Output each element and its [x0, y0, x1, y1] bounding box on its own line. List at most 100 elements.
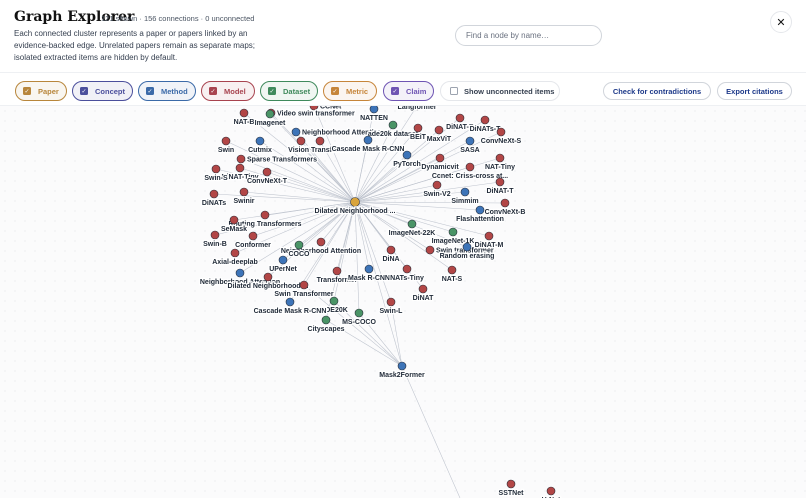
- node-dot[interactable]: [221, 136, 231, 146]
- node-dot[interactable]: [369, 106, 379, 114]
- node-dot[interactable]: [294, 240, 304, 250]
- graph-node[interactable]: Swin-B: [202, 230, 228, 249]
- node-dot[interactable]: [418, 284, 428, 294]
- unconnected-checkbox[interactable]: [450, 87, 458, 95]
- check-contradictions-button[interactable]: Check for contradictions: [603, 82, 711, 100]
- graph-node[interactable]: DiNA: [381, 245, 401, 264]
- graph-node[interactable]: Axial-deeplab: [211, 248, 259, 267]
- node-dot[interactable]: [235, 163, 245, 173]
- node-dot[interactable]: [462, 242, 472, 252]
- node-dot[interactable]: [262, 167, 272, 177]
- node-dot[interactable]: [432, 180, 442, 190]
- node-dot[interactable]: [299, 280, 309, 290]
- graph-node[interactable]: Swinir: [232, 187, 256, 206]
- node-dot[interactable]: [364, 264, 374, 274]
- export-citations-button[interactable]: Export citations: [717, 82, 792, 100]
- node-dot[interactable]: [210, 230, 220, 240]
- graph-node[interactable]: NAT-S: [441, 265, 464, 284]
- node-dot[interactable]: [388, 120, 398, 130]
- node-dot[interactable]: [230, 248, 240, 258]
- node-dot[interactable]: [236, 154, 246, 164]
- node-dot[interactable]: [402, 150, 412, 160]
- node-dot[interactable]: [495, 153, 505, 163]
- graph-node[interactable]: NAT-B: [232, 108, 256, 127]
- graph-node[interactable]: NATTEN: [359, 106, 389, 123]
- graph-node[interactable]: ImageNet-22K: [387, 219, 437, 238]
- node-dot[interactable]: [402, 264, 412, 274]
- filter-chip-paper[interactable]: ✓ Paper: [15, 81, 67, 101]
- node-dot[interactable]: [496, 127, 506, 137]
- node-dot[interactable]: [465, 136, 475, 146]
- graph-node[interactable]: PyTorch: [392, 150, 422, 169]
- graph-node[interactable]: Swin: [217, 136, 235, 155]
- node-dot[interactable]: [460, 187, 470, 197]
- graph-node[interactable]: DiNAT-M: [473, 231, 505, 250]
- node-dot[interactable]: [332, 266, 342, 276]
- graph-node[interactable]: UPerNet: [268, 255, 299, 274]
- graph-node[interactable]: Cascade Mask R-CNN: [330, 135, 406, 154]
- node-dot[interactable]: [397, 361, 407, 371]
- graph-node[interactable]: ConvNeXt-B: [483, 198, 527, 217]
- graph-node[interactable]: SSTNet: [497, 479, 525, 498]
- node-dot[interactable]: [480, 115, 490, 125]
- close-button[interactable]: ✕: [770, 11, 792, 33]
- node-dot[interactable]: [455, 113, 465, 123]
- node-dot[interactable]: [386, 245, 396, 255]
- graph-node[interactable]: Conformer: [234, 231, 272, 250]
- node-dot[interactable]: [309, 106, 319, 111]
- graph-canvas[interactable]: CCNet NAT-B Video swin transformer Imagenet…: [0, 106, 806, 498]
- node-dot[interactable]: [296, 136, 306, 146]
- node-dot[interactable]: [291, 127, 301, 137]
- node-dot[interactable]: [435, 153, 445, 163]
- node-dot[interactable]: [447, 265, 457, 275]
- graph-node[interactable]: Sparse Transformers: [236, 154, 318, 165]
- show-unconnected-toggle[interactable]: Show unconnected items: [440, 81, 560, 101]
- graph-node[interactable]: DiNATs: [201, 189, 227, 208]
- node-dot[interactable]: [321, 315, 331, 325]
- node-dot[interactable]: [465, 162, 475, 172]
- graph-node[interactable]: Simmim: [450, 187, 480, 206]
- node-dot[interactable]: [329, 296, 339, 306]
- filter-chip-method[interactable]: ✓ Method: [138, 81, 196, 101]
- graph-node[interactable]: SASA: [459, 136, 481, 155]
- node-dot[interactable]: [255, 136, 265, 146]
- node-dot[interactable]: [354, 308, 364, 318]
- filter-chip-model[interactable]: ✓ Model: [201, 81, 255, 101]
- node-dot[interactable]: [229, 215, 239, 225]
- node-dot[interactable]: [235, 268, 245, 278]
- node-dot[interactable]: [263, 272, 273, 282]
- node-dot[interactable]: [386, 297, 396, 307]
- node-dot[interactable]: [260, 210, 270, 220]
- node-dot[interactable]: [495, 177, 505, 187]
- graph-node[interactable]: DiNAT-T: [485, 177, 515, 196]
- filter-chip-concept[interactable]: ✓ Concept: [72, 81, 133, 101]
- node-dot[interactable]: [448, 227, 458, 237]
- node-dot[interactable]: [413, 123, 423, 133]
- node-dot[interactable]: [506, 479, 516, 489]
- node-dot[interactable]: [484, 231, 494, 241]
- node-dot[interactable]: [363, 135, 373, 145]
- graph-node[interactable]: DiNATs-T: [468, 115, 502, 134]
- node-dot[interactable]: [239, 187, 249, 197]
- graph-node[interactable]: Video swin transformer: [266, 108, 356, 119]
- node-search-input[interactable]: [455, 25, 602, 46]
- filter-chip-metric[interactable]: ✓ Metric: [323, 81, 377, 101]
- knowledge-graph[interactable]: CCNetNAT-BVideo swin transformerImagenet…: [0, 106, 806, 498]
- graph-node[interactable]: Langformer: [396, 106, 438, 112]
- graph-node[interactable]: Cutmix: [247, 136, 273, 155]
- graph-node[interactable]: Cityscapes: [306, 315, 346, 334]
- graph-node[interactable]: Cascade Mask R-CNN: [252, 297, 328, 316]
- graph-node[interactable]: Mask2Former: [378, 361, 426, 380]
- node-dot[interactable]: [475, 205, 485, 215]
- node-dot[interactable]: [248, 231, 258, 241]
- graph-node[interactable]: DiNAT: [411, 284, 435, 303]
- node-dot[interactable]: [209, 189, 219, 199]
- graph-node[interactable]: NAT-Tiny: [484, 153, 516, 172]
- node-dot[interactable]: [425, 245, 435, 255]
- graph-node[interactable]: NATs-Tiny: [389, 264, 425, 283]
- node-dot[interactable]: [434, 125, 444, 135]
- graph-node[interactable]: Mask R-CNN: [347, 264, 391, 283]
- node-dot[interactable]: [211, 164, 221, 174]
- graph-node[interactable]: U-Net: [540, 486, 562, 498]
- node-dot[interactable]: [278, 255, 288, 265]
